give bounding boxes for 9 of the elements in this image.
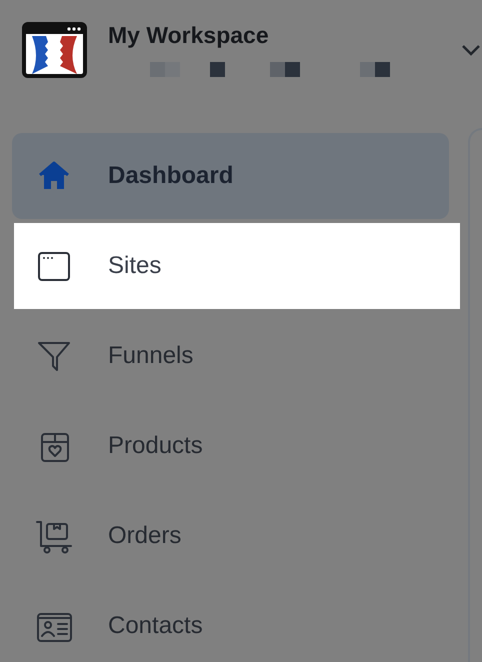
nav-item[interactable]: Contacts [12,583,449,662]
nav-item[interactable]: Funnels [12,313,449,399]
nav-item[interactable]: Sites [14,223,460,309]
nav-item[interactable]: Dashboard [12,133,449,219]
logo-icon [22,22,87,78]
nav-item[interactable]: Orders [12,493,449,579]
nav-item[interactable]: Products [12,403,449,489]
workspace-title: My Workspace [108,21,269,50]
cart-icon [36,518,72,554]
